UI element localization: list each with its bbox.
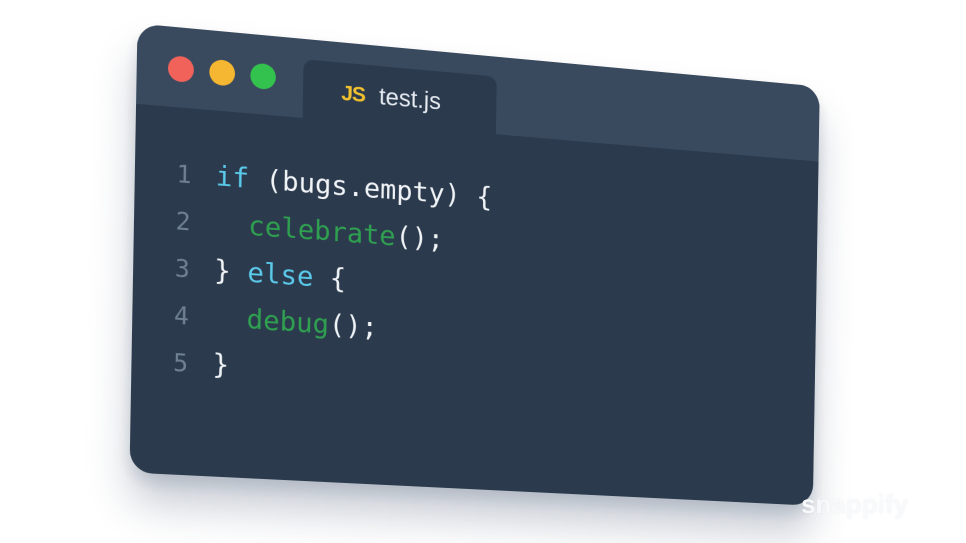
code-token: { — [313, 261, 347, 296]
tab-test-js[interactable]: JS test.js — [302, 59, 497, 139]
line-number: 4 — [173, 301, 190, 331]
code-token: (); — [328, 309, 379, 344]
line-number: 1 — [176, 159, 192, 190]
code-token: } — [212, 348, 230, 382]
line-number: 5 — [172, 348, 189, 378]
code-token: } — [213, 254, 248, 289]
javascript-file-icon: JS — [341, 81, 366, 108]
minimize-window-icon[interactable] — [209, 58, 236, 87]
close-window-icon[interactable] — [167, 55, 195, 84]
keyword-token: if — [215, 160, 250, 195]
editor-window: JS test.js 1 if (bugs.empty) { 2 celebrat… — [129, 23, 820, 506]
code-editor[interactable]: 1 if (bugs.empty) { 2 celebrate (); 3} els… — [173, 150, 800, 422]
keyword-token: else — [247, 256, 314, 294]
function-token: debug — [246, 303, 330, 341]
maximize-window-icon[interactable] — [250, 62, 277, 91]
code-token: (); — [395, 221, 445, 256]
line-number: 2 — [175, 206, 191, 237]
snappify-watermark: snappify — [801, 489, 908, 519]
stage: JS test.js 1 if (bugs.empty) { 2 celebrat… — [0, 0, 966, 543]
title-bar: JS test.js — [136, 23, 820, 162]
line-number: 3 — [174, 253, 191, 284]
tab-filename: test.js — [378, 83, 442, 116]
